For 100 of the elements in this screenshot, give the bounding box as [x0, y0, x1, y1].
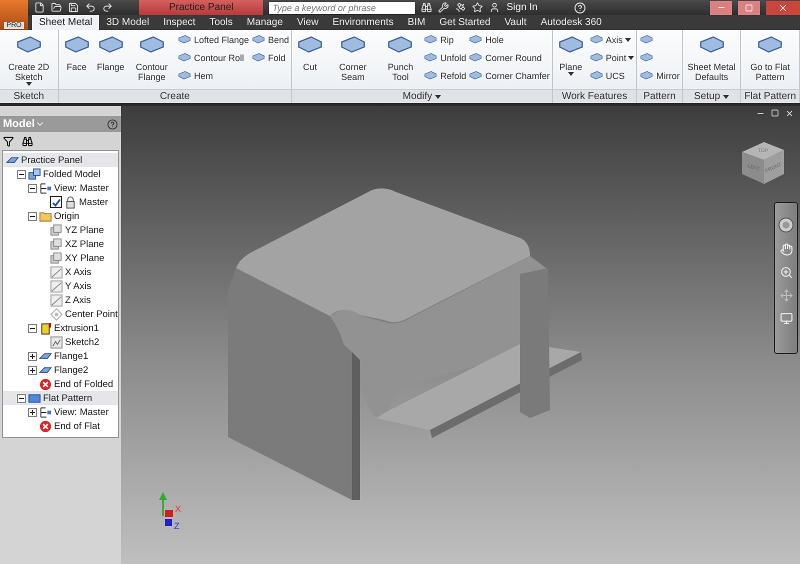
tree-item[interactable]: Flange2	[3, 363, 118, 377]
tree-item[interactable]: Z Axis	[3, 293, 118, 307]
wrench-icon[interactable]	[438, 2, 450, 13]
expand-icon[interactable]	[28, 408, 37, 416]
ribbon-tool-button[interactable]: Corner Chamfer	[468, 68, 550, 84]
ribbon-tool-button[interactable]: Face	[60, 32, 93, 89]
ribbon-tool-button[interactable]: Contour Roll	[176, 50, 250, 66]
ribbon-tool-button[interactable]: Punch Tool	[380, 32, 422, 89]
ribbon-tool-button[interactable]: Axis	[588, 32, 634, 48]
tree-item[interactable]: YZ Plane	[3, 223, 118, 237]
minimize-button[interactable]	[710, 0, 732, 14]
binoculars-icon[interactable]	[421, 2, 432, 13]
ribbon-tool-button[interactable]: Contour Flange	[128, 32, 175, 89]
collapse-icon[interactable]	[28, 184, 37, 192]
collapse-icon[interactable]	[17, 170, 26, 178]
collapse-icon[interactable]	[17, 394, 26, 402]
tree-item[interactable]: Master	[3, 195, 118, 209]
tree-item[interactable]: Flat Pattern	[3, 391, 118, 405]
tree-item[interactable]: XY Plane	[3, 251, 118, 265]
tree-item[interactable]: Center Point	[3, 307, 118, 321]
panel-title[interactable]: Setup	[682, 89, 740, 103]
save-icon[interactable]	[68, 2, 79, 13]
help-icon[interactable]	[107, 118, 118, 130]
tree-item[interactable]: View: Master	[3, 181, 118, 195]
open-folder-icon[interactable]	[51, 2, 62, 13]
search-field[interactable]: Type a keyword or phrase	[269, 2, 416, 14]
ribbon-tab[interactable]: Environments	[325, 15, 401, 30]
tree-item[interactable]: X Axis	[3, 265, 118, 279]
ribbon-tab[interactable]: Inspect	[156, 15, 202, 30]
ribbon-tool-button[interactable]: Plane	[554, 32, 587, 89]
ribbon-tab[interactable]: 3D Model	[99, 15, 156, 30]
ribbon-tab[interactable]: Autodesk 360	[534, 15, 609, 30]
new-file-icon[interactable]	[34, 2, 45, 13]
stacked-blocks-icon	[28, 168, 41, 180]
ribbon-tool-button[interactable]: Go to Flat Pattern	[743, 32, 797, 89]
tree-item[interactable]: Sketch2	[3, 335, 118, 349]
expand-icon[interactable]	[28, 352, 37, 360]
ribbon-tool-button[interactable]: Fold	[251, 50, 290, 66]
panel-title: Work Features	[552, 89, 636, 103]
tree-item-label: Flange2	[54, 364, 88, 376]
document-title: Practice Panel	[139, 0, 264, 15]
zoom-icon[interactable]	[780, 266, 792, 279]
undo-icon[interactable]	[85, 2, 96, 13]
ribbon-tool-button[interactable]: Create 2D Sketch	[2, 32, 56, 89]
panel-title: Pattern	[637, 89, 682, 103]
ribbon-tool-button[interactable]: Cut	[294, 32, 326, 89]
tree-item[interactable]: Origin	[3, 209, 118, 223]
ribbon-tool-button[interactable]: Refold	[423, 68, 466, 84]
tree-item[interactable]: Extrusion1	[3, 321, 118, 335]
ribbon-tool-button[interactable]: Corner Round	[468, 50, 550, 66]
ribbon-tab[interactable]: Vault	[498, 15, 534, 30]
ribbon-tool-button[interactable]: Hem	[176, 68, 250, 84]
ribbon-tab[interactable]: Manage	[240, 15, 290, 30]
ribbon-tool-button[interactable]: Bend	[251, 32, 290, 48]
steering-wheel-icon[interactable]	[778, 217, 794, 233]
tree-item[interactable]: Folded Model	[3, 167, 118, 181]
satellite-icon[interactable]	[455, 2, 466, 13]
tree-item[interactable]: Flange1	[3, 349, 118, 363]
tree-item[interactable]: End of Folded	[3, 377, 118, 391]
redo-icon[interactable]	[102, 2, 113, 13]
collapse-icon[interactable]	[28, 212, 37, 220]
tree-item-label: XY Plane	[65, 252, 104, 264]
ribbon-tool-button[interactable]: Rip	[423, 32, 466, 48]
filter-icon[interactable]	[3, 136, 14, 146]
ribbon-tab[interactable]: BIM	[400, 15, 432, 30]
ribbon-tab[interactable]: Get Started	[432, 15, 498, 30]
user-icon[interactable]	[489, 2, 500, 13]
maximize-button[interactable]	[738, 0, 760, 14]
ribbon-tab[interactable]: View	[290, 15, 326, 30]
ribbon-tool-button[interactable]: Lofted Flange	[176, 32, 250, 48]
look-at-icon[interactable]	[780, 312, 792, 325]
tree-item[interactable]: Practice Panel	[3, 153, 118, 167]
expand-icon[interactable]	[28, 366, 37, 374]
plane-icon	[50, 252, 63, 264]
ribbon-tool-button[interactable]: Hole	[468, 32, 550, 48]
ribbon-tool-button[interactable]: Corner Seam	[328, 32, 378, 89]
checkbox[interactable]	[50, 196, 62, 208]
ribbon-tool-button[interactable]: Sheet Metal Defaults	[684, 32, 738, 89]
close-button[interactable]	[766, 0, 800, 14]
ribbon-tab[interactable]: Sheet Metal	[32, 15, 100, 30]
panel-title[interactable]: Modify	[292, 89, 552, 103]
maximize-icon	[745, 4, 753, 12]
ribbon-tool-button[interactable]: Mirror	[639, 68, 680, 84]
tree-item[interactable]: View: Master	[3, 405, 118, 419]
ribbon-tool-button[interactable]: Flange	[94, 32, 127, 89]
restore-icon[interactable]	[771, 109, 779, 117]
ribbon-tool-button[interactable]: Point	[588, 50, 634, 66]
ribbon-tab[interactable]: Tools	[202, 15, 240, 30]
collapse-icon[interactable]	[28, 324, 37, 332]
star-icon[interactable]	[472, 2, 484, 13]
pan-icon[interactable]	[780, 243, 792, 256]
tree-item[interactable]: XZ Plane	[3, 237, 118, 251]
binoculars-icon[interactable]	[22, 136, 33, 146]
ribbon-tool-button[interactable]: UCS	[588, 68, 634, 84]
tree-item[interactable]: End of Flat	[3, 419, 118, 433]
close-icon[interactable]	[785, 109, 794, 118]
tree-item[interactable]: Y Axis	[3, 279, 118, 293]
sign-in-link[interactable]: Sign In	[506, 2, 538, 13]
ribbon-tool-button[interactable]: Unfold	[423, 50, 466, 66]
tree-item-label: Folded Model	[43, 168, 101, 180]
